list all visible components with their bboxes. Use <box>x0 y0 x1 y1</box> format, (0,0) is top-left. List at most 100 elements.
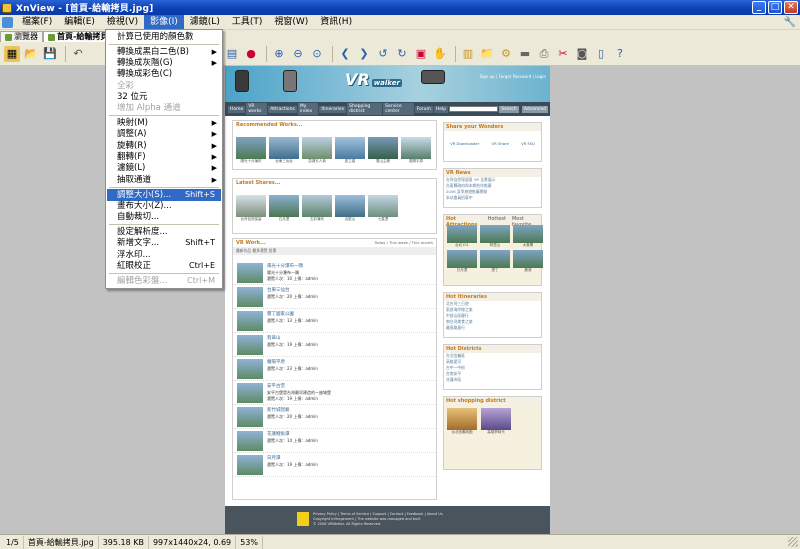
browser-icon <box>5 33 12 41</box>
settings-icon[interactable]: ⚙ <box>498 46 514 62</box>
menu-item-filter[interactable]: 濾鏡(L) ▶ <box>107 162 221 174</box>
menu-image[interactable]: 影像(I) <box>144 14 184 30</box>
section-title: Hot Districts <box>444 345 541 353</box>
close-button[interactable]: ✕ <box>784 1 798 14</box>
menu-file[interactable]: 檔案(F) <box>16 15 58 30</box>
wrench-icon[interactable]: 🔧 <box>784 17 796 28</box>
districts-box: Hot Districts 台北信義區 高雄愛河 台中一中街 台南安平 花蓮市區 <box>443 344 542 390</box>
zoom-out-icon[interactable]: ⊖ <box>290 46 306 62</box>
menu-window[interactable]: 視窗(W) <box>268 15 314 30</box>
image-dimensions: 997x1440x24, 0.69 <box>149 535 237 549</box>
list-item: 安平古堡 安平古堡是台灣最早建造的一座城堡 瀏覽人次：19 上傳：admin <box>233 381 436 405</box>
maximize-button[interactable]: □ <box>768 1 782 14</box>
nav-item: VR works <box>246 103 268 115</box>
nav-item: Shopping district <box>347 103 383 115</box>
section-title: Hot Itineraries <box>444 293 541 301</box>
list-item: 花蓮鯉魚潭 瀏覽人次：14 上傳：admin <box>233 429 436 453</box>
scanner-icon[interactable]: ▬ <box>517 46 533 62</box>
resize-grip[interactable] <box>788 537 798 547</box>
gadget-icon <box>283 70 297 92</box>
share-box: Share your Wonders VR Downloader VR Shar… <box>443 122 542 162</box>
section-title: Latest Shares... <box>236 180 281 186</box>
list-item: 台東三仙台 瀏覽人次：20 上傳：admin <box>233 285 436 309</box>
open-icon[interactable]: 📂 <box>23 46 39 62</box>
system-menu-icon[interactable] <box>2 16 13 28</box>
print-icon[interactable]: ⎙ <box>536 46 552 62</box>
thumb: 澎湖天人菊 <box>302 137 332 164</box>
previous-icon[interactable]: ❮ <box>337 46 353 62</box>
thumb: 合歡山 <box>335 195 365 222</box>
browser-icon[interactable]: ▦ <box>4 45 20 62</box>
thumb: 台灣自然保留 <box>236 195 266 222</box>
fullscreen-icon[interactable]: ▯ <box>593 46 609 62</box>
webpage-nav: Home VR works Attractions My index Itine… <box>225 102 550 116</box>
list-item: 翡翠山 瀏覽人次：19 上傳：admin <box>233 333 436 357</box>
rotate-left-icon[interactable]: ↺ <box>375 46 391 62</box>
save-icon[interactable]: 💾 <box>42 46 58 62</box>
thumb: 五彩瀑布 <box>302 195 332 222</box>
nav-item: Forum <box>414 105 433 113</box>
login-links: Sign up | Forget Password | Login <box>479 74 546 79</box>
menu-help[interactable]: 資訊(H) <box>314 15 358 30</box>
undo-icon[interactable]: ↶ <box>70 46 86 62</box>
zoom-in-icon[interactable]: ⊕ <box>271 46 287 62</box>
status-bar: 1/5 首頁-給輸拷貝.jpg 395.18 KB 997x1440x24, 0… <box>0 534 800 549</box>
camera-icon[interactable]: ◙ <box>574 46 590 62</box>
list-item: 蘭陽平原 瀏覽人次：23 上傳：admin <box>233 357 436 381</box>
menu-item-count-colors[interactable]: 計算已使用的顏色數 <box>107 31 221 43</box>
menu-tools[interactable]: 工具(T) <box>226 15 269 30</box>
nav-item: My index <box>297 103 319 115</box>
list-item: 新竹城隍廟 瀏覽人次：20 上傳：admin <box>233 405 436 429</box>
thumb: 雪山主峰 <box>368 137 398 164</box>
display-mode-icon[interactable]: ▤ <box>224 46 240 62</box>
nav-item: Itineraries <box>319 105 347 113</box>
menu-filter[interactable]: 濾鏡(L) <box>184 15 226 30</box>
section-title: VR News <box>444 169 541 177</box>
vr-walker-logo: VR walker <box>345 70 402 89</box>
color-icon[interactable]: ● <box>243 46 259 62</box>
hand-icon[interactable]: ✋ <box>432 46 448 62</box>
menu-edit[interactable]: 編輯(E) <box>58 15 101 30</box>
thumb: 台東三仙台 <box>269 137 299 164</box>
section-title: Share your Wonders <box>444 123 541 131</box>
zoom-fit-icon[interactable]: ⊙ <box>309 46 325 62</box>
properties-icon[interactable]: ▥ <box>460 46 476 62</box>
tab-image[interactable]: 首頁-給輸拷貝 <box>43 31 114 42</box>
next-icon[interactable]: ❯ <box>356 46 372 62</box>
footer-logo <box>297 512 309 526</box>
menu-item-red-eye[interactable]: 紅眼校正 Ctrl+E <box>107 260 221 272</box>
menu-item-add-text[interactable]: 新增文字... Shift+T <box>107 237 221 249</box>
web-advanced-button: Advanced <box>521 105 548 113</box>
nav-item: Service center <box>383 103 414 115</box>
nav-item: Home <box>228 105 246 113</box>
menu-item-adjust[interactable]: 調整(A) ▶ <box>107 128 221 140</box>
crop-icon[interactable]: ✂ <box>555 46 571 62</box>
menu-item-auto-crop[interactable]: 自動裁切... <box>107 211 221 223</box>
menu-item-edit-palette: 編輯色彩盤... Ctrl+M <box>117 276 215 286</box>
menu-item-to-color[interactable]: 轉換成彩色(C) <box>107 68 221 80</box>
camera-gadget-icon <box>421 70 445 84</box>
vr-work-section: VR Work... Today / This week / This month… <box>232 238 437 500</box>
news-box: VR News 台灣自然保留區 VR 全景展示 台東縣政府與本網合作推廣 200… <box>443 168 542 208</box>
list-item: 墾丁國家公園 瀏覽人次：13 上傳：admin <box>233 309 436 333</box>
thumb: 夏之橋 <box>335 137 365 164</box>
latest-section: Latest Shares... 台灣自然保留 日月潭 五彩瀑布 合歡山 七星潭 <box>232 178 437 234</box>
minimize-button[interactable]: _ <box>752 1 766 14</box>
menu-view[interactable]: 檢視(V) <box>101 15 144 30</box>
tab-browser[interactable]: 瀏覽器 <box>0 31 43 42</box>
file-size: 395.18 KB <box>99 535 149 549</box>
rotate-right-icon[interactable]: ↻ <box>394 46 410 62</box>
share-link: VR FAQ <box>521 141 535 146</box>
displayed-webpage-image: VR walker Sign up | Forget Password | Log… <box>225 66 550 534</box>
nav-item: Attractions <box>268 105 297 113</box>
filter-links: Today / This week / This month <box>374 240 433 245</box>
menu-item-extract-channel[interactable]: 抽取通道 ▶ <box>107 174 221 186</box>
recommended-section: Recommended Works... 陽光十分瀑布 台東三仙台 澎湖天人菊 … <box>232 120 437 170</box>
folder-icon[interactable]: 📁 <box>479 46 495 62</box>
thumbnails-icon[interactable]: ▣ <box>413 46 429 62</box>
file-name: 首頁-給輸拷貝.jpg <box>24 535 99 549</box>
help-icon[interactable]: ? <box>612 46 628 62</box>
thumb: 日月潭 <box>269 195 299 222</box>
title-bar: XnView - [首頁-給輸拷貝.jpg] _ □ ✕ <box>0 0 800 15</box>
itineraries-box: Hot Itineraries 北台灣三日遊 東部海岸線之旅 中部山區健行 南台… <box>443 292 542 338</box>
